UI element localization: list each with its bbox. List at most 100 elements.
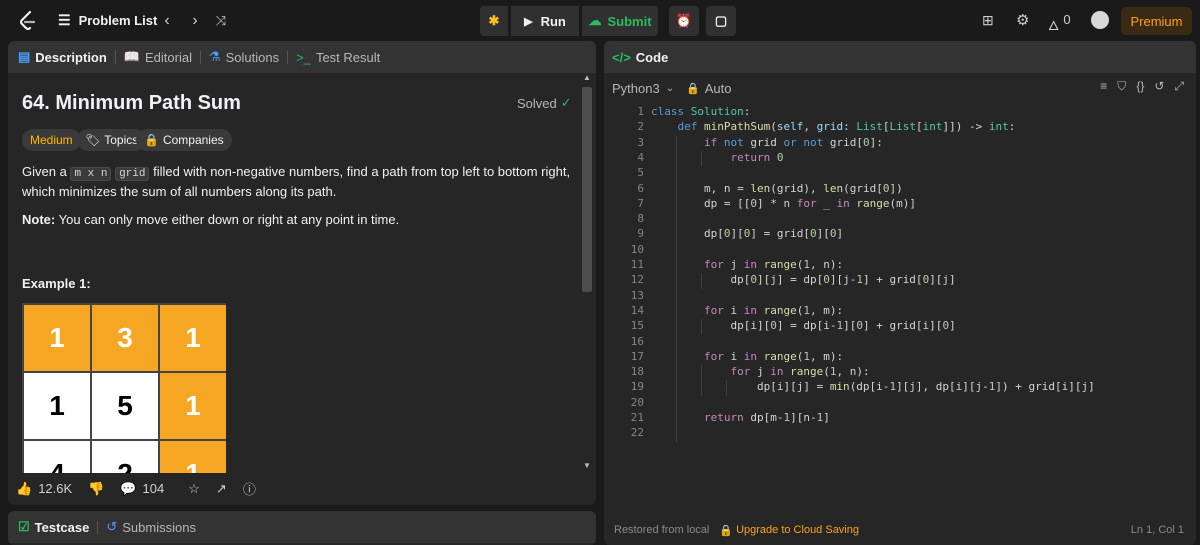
prev-problem-icon[interactable]: ‹ bbox=[157, 11, 177, 31]
line-number: 17 bbox=[630, 349, 644, 363]
indent-guide bbox=[676, 135, 677, 442]
tab-description-label: Description bbox=[35, 49, 107, 65]
bookmark-icon[interactable]: ⛉ bbox=[1117, 79, 1126, 94]
cursor-position: Ln 1, Col 1 bbox=[1130, 524, 1184, 536]
dislike-button[interactable]: 👎 bbox=[82, 481, 110, 497]
tab-editorial[interactable]: 📖 Editorial bbox=[116, 41, 200, 73]
tab-code-label: Code bbox=[635, 49, 669, 65]
flask-icon: ⚗ bbox=[208, 49, 221, 64]
history-icon: ↺ bbox=[106, 519, 118, 534]
description-tabs: ▤ Description 📖 Editorial ⚗ Solutions >_… bbox=[8, 41, 596, 73]
comments-button[interactable]: 💬 104 bbox=[114, 481, 170, 497]
like-count: 12.6K bbox=[38, 481, 73, 496]
line-number: 14 bbox=[630, 303, 644, 317]
language-label: Python3 bbox=[612, 80, 660, 96]
reset-icon[interactable]: ↺ bbox=[1154, 79, 1164, 94]
star-icon: ☆ bbox=[188, 480, 200, 496]
code-line: dp[0][0] = grid[0][0] bbox=[651, 227, 844, 241]
upgrade-link[interactable]: 🔒 Upgrade to Cloud Saving bbox=[719, 524, 859, 537]
line-number: 21 bbox=[630, 411, 644, 424]
layout-grid-icon[interactable]: ⊞ bbox=[982, 12, 994, 29]
notes-button[interactable]: ▢ bbox=[706, 6, 736, 36]
fire-icon: 🜂 bbox=[1048, 18, 1060, 33]
note-label: Note: bbox=[22, 212, 56, 227]
tab-solutions-label: Solutions bbox=[225, 49, 280, 65]
code-line: return dp[m-1][n-1] bbox=[703, 411, 830, 424]
book-icon: 📖 bbox=[123, 49, 140, 64]
code-line: return 0 bbox=[730, 150, 784, 164]
cloud-upload-icon: ☁ bbox=[588, 13, 602, 28]
share-button[interactable]: ↗ bbox=[210, 481, 233, 497]
statement-text: Given a bbox=[22, 164, 67, 179]
debug-button[interactable]: ✱ bbox=[480, 6, 508, 36]
tab-description[interactable]: ▤ Description bbox=[8, 41, 115, 73]
auto-label: Auto bbox=[704, 80, 732, 96]
submit-button[interactable]: ☁ Submit bbox=[582, 6, 658, 36]
question-icon: ⓘ bbox=[242, 482, 256, 497]
tab-test-result[interactable]: >_ Test Result bbox=[288, 41, 388, 73]
scroll-down-icon[interactable]: ▼ bbox=[583, 461, 591, 470]
format-icon[interactable]: ≡ bbox=[1100, 79, 1107, 94]
streak-counter[interactable]: 🜂 0 bbox=[1048, 12, 1071, 38]
auto-mode[interactable]: 🔒 Auto bbox=[686, 77, 731, 99]
like-button[interactable]: 👍 12.6K bbox=[10, 481, 78, 497]
language-select[interactable]: Python3 ⌄ bbox=[612, 77, 674, 99]
avatar[interactable] bbox=[1091, 11, 1109, 29]
braces-icon[interactable]: {} bbox=[1136, 79, 1144, 94]
help-button[interactable]: ⓘ bbox=[237, 479, 262, 498]
comment-bubble-icon: 💬 bbox=[120, 480, 137, 496]
grid-cell: 1 bbox=[160, 373, 226, 439]
editor-statusbar: Restored from local 🔒 Upgrade to Cloud S… bbox=[604, 515, 1196, 545]
streak-count: 0 bbox=[1063, 12, 1071, 27]
indent-guide bbox=[701, 273, 702, 289]
chevron-down-icon: ⌄ bbox=[665, 82, 675, 94]
timer-button[interactable]: ⏰ bbox=[669, 6, 699, 36]
line-number: 1 bbox=[637, 105, 644, 118]
tab-code[interactable]: </> Code bbox=[604, 41, 676, 73]
lock-icon: 🔒 bbox=[144, 133, 159, 147]
run-button[interactable]: ▶ Run bbox=[511, 6, 579, 36]
share-icon: ↗ bbox=[215, 480, 227, 496]
scrollbar-thumb[interactable] bbox=[582, 87, 592, 292]
tab-testcase[interactable]: ☑ Testcase bbox=[8, 511, 97, 543]
description-scrollbar[interactable]: ▲ ▼ bbox=[580, 73, 594, 473]
code-line: def minPathSum(self, grid: List[List[int… bbox=[677, 120, 1016, 134]
companies-label: Companies bbox=[162, 133, 224, 147]
line-number: 10 bbox=[630, 242, 644, 256]
companies-chip[interactable]: 🔒 Companies bbox=[136, 129, 232, 151]
favorite-button[interactable]: ☆ bbox=[182, 481, 206, 497]
code-editor[interactable]: 1 class Solution: 2 def minPathSum(self, g… bbox=[606, 101, 1196, 506]
next-problem-icon[interactable]: › bbox=[185, 11, 205, 31]
inline-code-grid: grid bbox=[115, 167, 150, 181]
tab-submissions[interactable]: ↺ Submissions bbox=[98, 511, 204, 543]
scroll-up-icon[interactable]: ▲ bbox=[583, 73, 591, 82]
tab-editorial-label: Editorial bbox=[145, 49, 192, 65]
problem-note: Note: You can only move either down or r… bbox=[22, 211, 572, 229]
grid-cell: 1 bbox=[24, 373, 90, 439]
testcase-pane: ☑ Testcase ↺ Submissions bbox=[8, 511, 596, 545]
problem-list-button[interactable]: ☰ Problem List bbox=[58, 12, 157, 29]
grid-cell: 1 bbox=[24, 305, 90, 371]
indent-guide bbox=[726, 380, 727, 396]
grid-cell: 5 bbox=[92, 373, 158, 439]
line-number: 16 bbox=[630, 334, 644, 348]
line-number: 3 bbox=[637, 135, 644, 149]
restore-status: Restored from local bbox=[614, 524, 710, 536]
line-number: 13 bbox=[630, 288, 644, 302]
leetcode-logo-icon[interactable] bbox=[16, 9, 40, 33]
thumbs-down-icon: 👎 bbox=[88, 480, 105, 496]
upgrade-label: Upgrade to Cloud Saving bbox=[736, 523, 859, 536]
editor-toolbar: ≡ ⛉ {} ↺ ⤢ bbox=[1100, 79, 1184, 94]
line-number: 19 bbox=[630, 380, 644, 394]
premium-button[interactable]: Premium bbox=[1121, 7, 1192, 35]
code-brackets-icon: </> bbox=[612, 49, 631, 65]
tab-solutions[interactable]: ⚗ Solutions bbox=[201, 41, 287, 73]
terminal-icon: >_ bbox=[296, 49, 311, 65]
document-icon: ▤ bbox=[18, 49, 31, 64]
testcase-tabs: ☑ Testcase ↺ Submissions bbox=[8, 511, 596, 543]
settings-gear-icon[interactable]: ⚙ bbox=[1016, 11, 1029, 29]
line-number: 9 bbox=[637, 227, 644, 241]
expand-icon[interactable]: ⤢ bbox=[1174, 79, 1184, 94]
tab-submissions-label: Submissions bbox=[122, 519, 196, 535]
shuffle-icon[interactable]: ⤨ bbox=[211, 11, 231, 31]
